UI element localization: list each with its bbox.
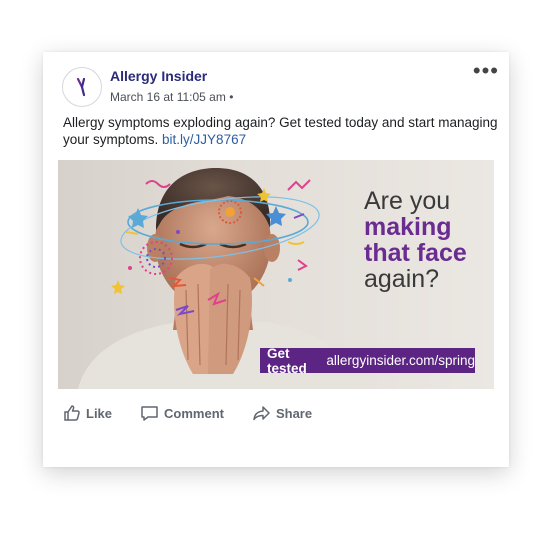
like-label: Like xyxy=(86,405,113,421)
ad-image[interactable]: Are you making that face again? Get test… xyxy=(58,160,494,389)
headline-line-1: Are you xyxy=(364,187,451,215)
headline-line-2: making xyxy=(364,213,452,241)
cta-bar[interactable]: Get tested allergyinsider.com/spring xyxy=(260,346,475,376)
page-name[interactable]: Allergy Insider xyxy=(110,68,207,84)
post-actions: Like Comment Share xyxy=(63,404,340,422)
post-meta: March 16 at 11:05 am • xyxy=(110,90,233,104)
post-link[interactable]: bit.ly/JJY8767 xyxy=(162,132,246,147)
more-options-icon[interactable]: ••• xyxy=(473,60,499,82)
share-arrow-icon xyxy=(253,406,270,421)
post-text: Allergy symptoms exploding again? Get te… xyxy=(63,114,503,148)
post-body: Allergy symptoms exploding again? Get te… xyxy=(63,115,498,147)
headline-line-4: again? xyxy=(364,265,440,293)
cta-url[interactable]: allergyinsider.com/spring xyxy=(320,353,475,368)
comment-bubble-icon xyxy=(141,406,158,421)
allergy-insider-logo-icon xyxy=(76,77,86,97)
ad-headline: Are you making that face again? xyxy=(364,188,467,292)
headline-line-3: that face xyxy=(364,239,467,267)
share-label: Share xyxy=(275,405,313,421)
comment-button[interactable]: Comment xyxy=(140,404,224,422)
share-button[interactable]: Share xyxy=(252,404,312,422)
like-button[interactable]: Like xyxy=(63,404,112,422)
thumbs-up-icon xyxy=(64,405,80,421)
meta-separator: • xyxy=(229,90,234,104)
facebook-post-card: Allergy Insider March 16 at 11:05 am • •… xyxy=(43,52,509,467)
post-timestamp[interactable]: March 16 at 11:05 am xyxy=(110,90,226,104)
page-avatar[interactable] xyxy=(62,67,102,107)
get-tested-button[interactable]: Get tested xyxy=(260,346,320,376)
comment-label: Comment xyxy=(164,405,224,421)
